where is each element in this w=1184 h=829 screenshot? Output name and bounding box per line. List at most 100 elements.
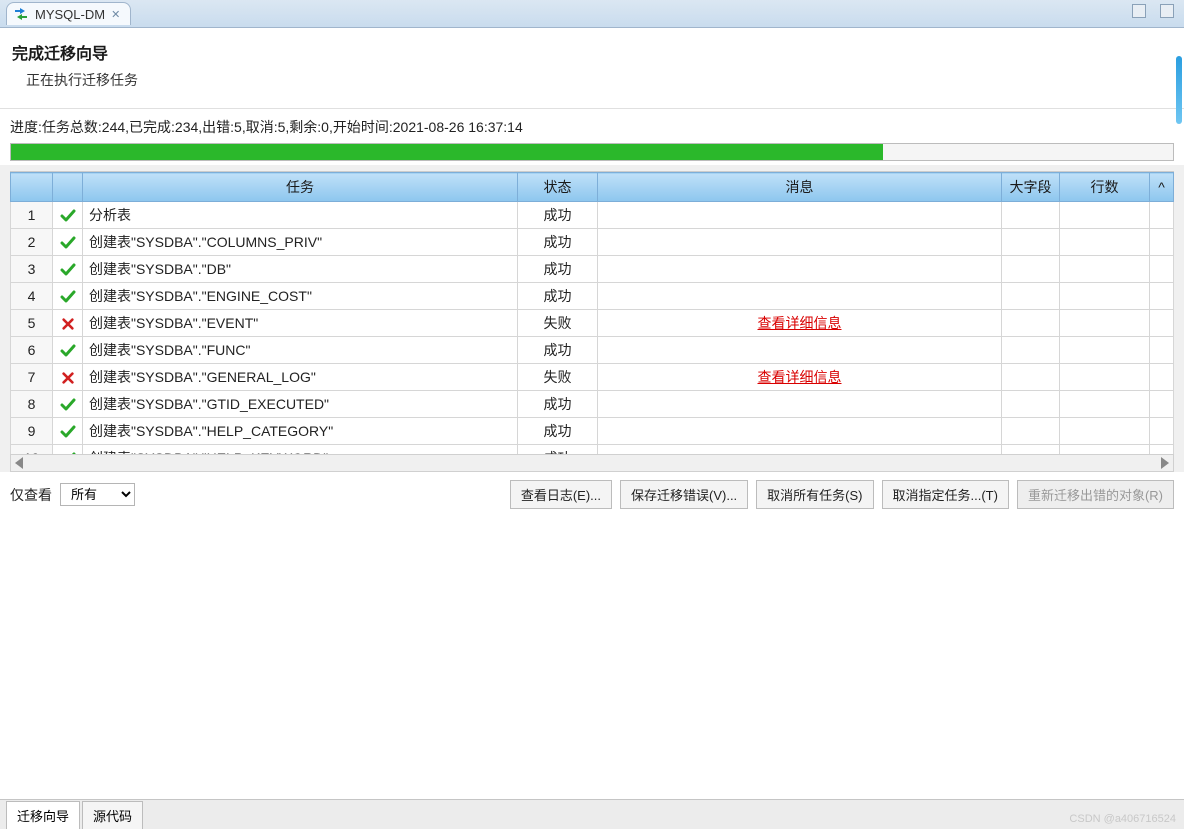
task-cell: 创建表"SYSDBA"."EVENT" [83,310,518,337]
task-cell: 创建表"SYSDBA"."GENERAL_LOG" [83,364,518,391]
table-row[interactable]: 2创建表"SYSDBA"."COLUMNS_PRIV"成功 [11,229,1174,256]
col-header-rows[interactable]: 行数 [1060,173,1150,202]
table-row[interactable]: 9创建表"SYSDBA"."HELP_CATEGORY"成功 [11,418,1174,445]
message-cell [598,391,1002,418]
status-cell: 成功 [518,229,598,256]
scroll-gutter-cell [1150,418,1174,445]
status-cell: 成功 [518,283,598,310]
rows-cell [1060,337,1150,364]
scroll-gutter-cell [1150,364,1174,391]
bigfield-cell [1002,364,1060,391]
table-row[interactable]: 8创建表"SYSDBA"."GTID_EXECUTED"成功 [11,391,1174,418]
migration-icon [13,6,29,22]
table-row[interactable]: 3创建表"SYSDBA"."DB"成功 [11,256,1174,283]
bottom-tab-source[interactable]: 源代码 [82,801,143,829]
message-cell: 查看详细信息 [598,364,1002,391]
status-cell: 成功 [518,418,598,445]
detail-link[interactable]: 查看详细信息 [758,369,842,385]
filter-label: 仅查看 [10,485,52,505]
col-header-status[interactable]: 状态 [518,173,598,202]
table-row[interactable]: 10创建表"SYSDBA"."HELP_KEYWORD"成功 [11,445,1174,455]
editor-tab[interactable]: MYSQL-DM ✕ [6,2,131,25]
row-number: 1 [11,202,53,229]
rows-cell [1060,229,1150,256]
message-cell [598,229,1002,256]
check-icon [53,391,83,418]
check-icon [53,283,83,310]
page-title: 完成迁移向导 [12,40,1172,64]
scroll-gutter-cell [1150,202,1174,229]
task-cell: 分析表 [83,202,518,229]
col-header-msg[interactable]: 消息 [598,173,1002,202]
table-row[interactable]: 7创建表"SYSDBA"."GENERAL_LOG"失败查看详细信息 [11,364,1174,391]
status-cell: 成功 [518,391,598,418]
task-cell: 创建表"SYSDBA"."HELP_CATEGORY" [83,418,518,445]
message-cell [598,445,1002,455]
col-header-task[interactable]: 任务 [83,173,518,202]
rows-cell [1060,202,1150,229]
message-cell [598,256,1002,283]
row-number: 2 [11,229,53,256]
rows-cell [1060,256,1150,283]
row-number: 10 [11,445,53,455]
filter-select[interactable]: 所有 [60,483,135,506]
cancel-selected-button[interactable]: 取消指定任务...(T) [882,480,1009,509]
horizontal-scrollbar[interactable] [10,454,1174,472]
table-row[interactable]: 4创建表"SYSDBA"."ENGINE_COST"成功 [11,283,1174,310]
controls-row: 仅查看 所有 查看日志(E)... 保存迁移错误(V)... 取消所有任务(S)… [0,472,1184,517]
retry-errors-button[interactable]: 重新迁移出错的对象(R) [1017,480,1174,509]
progress-section: 进度:任务总数:244,已完成:234,出错:5,取消:5,剩余:0,开始时间:… [0,109,1184,165]
table-row[interactable]: 1分析表成功 [11,202,1174,229]
error-icon [53,310,83,337]
blank-area [0,517,1184,799]
watermark: CSDN @a406716524 [1069,813,1176,825]
progress-fill [11,144,883,160]
scroll-gutter-cell [1150,256,1174,283]
table-row[interactable]: 5创建表"SYSDBA"."EVENT"失败查看详细信息 [11,310,1174,337]
row-number: 8 [11,391,53,418]
bigfield-cell [1002,310,1060,337]
rows-cell [1060,364,1150,391]
check-icon [53,256,83,283]
rows-cell [1060,445,1150,455]
maximize-button[interactable] [1160,4,1174,18]
bigfield-cell [1002,418,1060,445]
bottom-tab-wizard[interactable]: 迁移向导 [6,801,80,829]
tab-bar: MYSQL-DM ✕ [0,0,1184,28]
check-icon [53,418,83,445]
bigfield-cell [1002,283,1060,310]
check-icon [53,229,83,256]
message-cell [598,418,1002,445]
col-header-num[interactable] [11,173,53,202]
scroll-gutter-cell [1150,283,1174,310]
task-cell: 创建表"SYSDBA"."ENGINE_COST" [83,283,518,310]
col-header-icon[interactable] [53,173,83,202]
page-header: 完成迁移向导 正在执行迁移任务 [0,28,1184,109]
decorative-accent [1176,56,1182,124]
cancel-all-button[interactable]: 取消所有任务(S) [756,480,873,509]
minimize-button[interactable] [1132,4,1146,18]
check-icon [53,337,83,364]
view-log-button[interactable]: 查看日志(E)... [510,480,612,509]
col-header-bigfield[interactable]: 大字段 [1002,173,1060,202]
window-controls [1132,4,1174,18]
bigfield-cell [1002,391,1060,418]
status-cell: 成功 [518,337,598,364]
message-cell [598,202,1002,229]
task-cell: 创建表"SYSDBA"."DB" [83,256,518,283]
detail-link[interactable]: 查看详细信息 [758,315,842,331]
save-errors-button[interactable]: 保存迁移错误(V)... [620,480,748,509]
page-subtitle: 正在执行迁移任务 [12,70,1172,90]
row-number: 6 [11,337,53,364]
check-icon [53,202,83,229]
scroll-gutter-cell [1150,229,1174,256]
bigfield-cell [1002,202,1060,229]
scroll-gutter-cell [1150,445,1174,455]
bigfield-cell [1002,445,1060,455]
bigfield-cell [1002,256,1060,283]
bigfield-cell [1002,337,1060,364]
row-number: 3 [11,256,53,283]
col-header-scroll[interactable]: ^ [1150,173,1174,202]
table-row[interactable]: 6创建表"SYSDBA"."FUNC"成功 [11,337,1174,364]
close-tab-icon[interactable]: ✕ [111,8,120,21]
